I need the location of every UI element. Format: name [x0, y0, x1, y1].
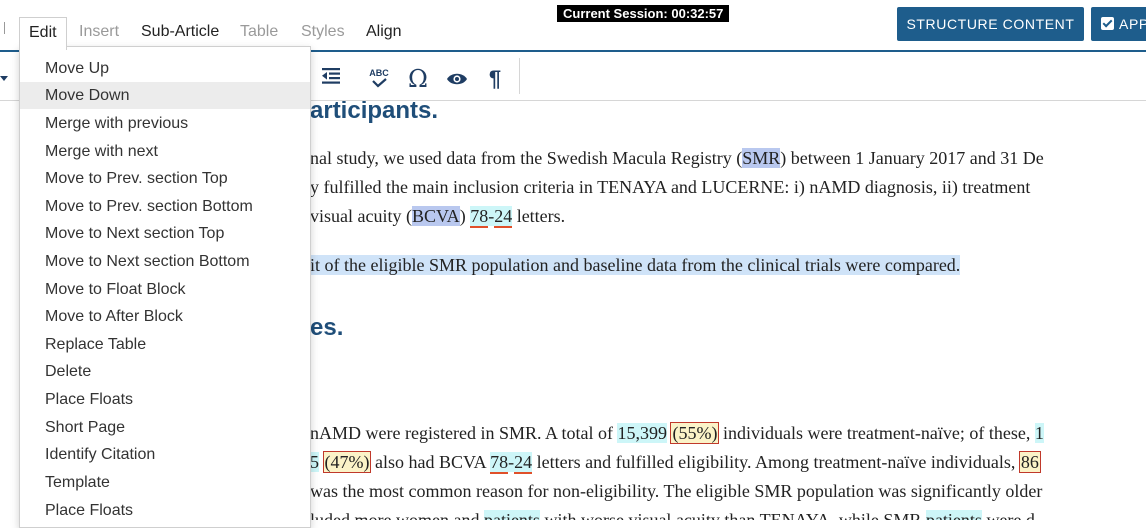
menu-align[interactable]: Align [357, 17, 411, 47]
pilcrow-icon[interactable]: ¶ [483, 66, 507, 92]
session-timer: Current Session: 00:32:57 [557, 5, 730, 22]
paragraph-line: visual acuity (BCVA) 78-24 letters. [310, 206, 566, 228]
text-run: also had BCVA [370, 452, 491, 472]
keyword-tag[interactable]: patients [925, 510, 982, 520]
keyword-tag[interactable]: patients [483, 510, 540, 520]
panel-edge [0, 22, 5, 34]
number-tag[interactable]: 24 [494, 206, 513, 228]
menu-item-move-next-section-top[interactable]: Move to Next section Top [20, 220, 310, 247]
spellcheck-label: ABC [369, 68, 389, 78]
menu-edit[interactable]: Edit [19, 17, 67, 50]
abbreviation-smr[interactable]: SMR [742, 148, 781, 168]
menu-item-place-floats[interactable]: Place Floats [20, 386, 310, 413]
menu-item-move-prev-section-bottom[interactable]: Move to Prev. section Bottom [20, 193, 310, 220]
eye-icon[interactable] [444, 66, 470, 92]
menu-item-move-to-float-block[interactable]: Move to Float Block [20, 276, 310, 303]
text-run: ) [459, 206, 471, 226]
menu-item-move-prev-section-top[interactable]: Move to Prev. section Top [20, 165, 310, 192]
text-run: nAMD were registered in SMR. A total of [310, 423, 618, 443]
menu-item-short-page[interactable]: Short Page [20, 414, 310, 441]
menu-item-template[interactable]: Template [20, 469, 310, 496]
menu-item-replace-table[interactable]: Replace Table [20, 331, 310, 358]
percentage-tag[interactable]: (47%) [322, 451, 372, 473]
number-tag[interactable]: 78 [470, 206, 489, 228]
paragraph-line: nAMD were registered in SMR. A total of … [310, 422, 1044, 444]
structure-content-button[interactable]: STRUCTURE CONTENT [897, 7, 1084, 41]
abbreviation-bcva[interactable]: BCVA [411, 206, 460, 226]
percentage-tag[interactable]: (55%) [670, 422, 720, 444]
menu-item-move-up[interactable]: Move Up [20, 55, 310, 82]
text-run: nal study, we used data from the Swedish… [310, 148, 743, 168]
menu-insert[interactable]: Insert [70, 17, 128, 47]
menu-styles[interactable]: Styles [292, 17, 354, 47]
outdent-icon[interactable] [319, 66, 343, 92]
omega-symbol-icon[interactable]: Ω [404, 66, 432, 92]
text-run: ) between 1 January 2017 and 31 De [780, 148, 1044, 168]
text-run: individuals were treatment-naïve; of the… [718, 423, 1035, 443]
section-heading-participants: articipants. [310, 101, 439, 124]
menu-item-move-to-after-block[interactable]: Move to After Block [20, 303, 310, 330]
text-run: letters. [512, 206, 566, 226]
number-tag[interactable]: 15,399 [617, 423, 667, 443]
text-run: letters and fulfilled eligibility. Among… [532, 452, 1020, 472]
selected-paragraph[interactable]: it of the eligible SMR population and ba… [310, 255, 961, 275]
caret-down-icon[interactable] [0, 76, 8, 81]
menu-bar: Edit Insert Sub-Article Table Styles Ali… [0, 0, 1146, 52]
menu-item-move-next-section-bottom[interactable]: Move to Next section Bottom [20, 248, 310, 275]
menu-sub-article[interactable]: Sub-Article [132, 17, 228, 47]
text-run: with worse visual acuity than TENAYA, wh… [539, 510, 926, 520]
paragraph-line: luded more women and patients with worse… [310, 510, 1035, 520]
number-tag[interactable]: 5 [310, 452, 319, 472]
number-tag[interactable]: 86 [1018, 451, 1041, 473]
menu-item-merge-previous[interactable]: Merge with previous [20, 110, 310, 137]
approve-button[interactable]: APPROVE [1091, 7, 1146, 41]
number-tag[interactable]: 1 [1034, 423, 1044, 443]
menu-item-merge-next[interactable]: Merge with next [20, 138, 310, 165]
text-run: visual acuity ( [310, 206, 412, 226]
paragraph-line: was the most common reason for non-eligi… [310, 481, 1043, 501]
menu-item-move-down[interactable]: Move Down [20, 82, 310, 109]
number-tag[interactable]: 24 [514, 452, 533, 474]
menu-item-identify-citation[interactable]: Identify Citation [20, 441, 310, 468]
toolbar-divider [519, 58, 520, 94]
paragraph-line: nal study, we used data from the Swedish… [310, 148, 1044, 169]
menu-item-delete[interactable]: Delete [20, 358, 310, 385]
paragraph-line: 5 (47%) also had BCVA 78-24 letters and … [310, 451, 1041, 474]
number-tag[interactable]: 78 [490, 452, 509, 474]
spellcheck-icon[interactable]: ABC [366, 66, 392, 92]
text-run: were d [981, 510, 1035, 520]
edit-menu-dropdown: Move Up Move Down Merge with previous Me… [19, 46, 311, 528]
paragraph-line: it of the eligible SMR population and ba… [310, 255, 961, 276]
text-run: luded more women and [310, 510, 484, 520]
menu-table[interactable]: Table [231, 17, 287, 47]
checkbox-icon [1101, 17, 1114, 31]
paragraph-line: y fulfilled the main inclusion criteria … [310, 177, 1031, 197]
approve-button-label: APPROVE [1119, 16, 1146, 32]
section-heading-results: es. [310, 314, 344, 341]
